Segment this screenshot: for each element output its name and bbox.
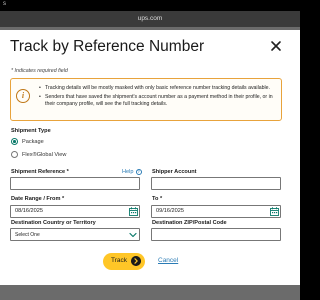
- date-from-label: Date Range / From *: [11, 196, 65, 202]
- status-bar: s: [0, 0, 300, 17]
- help-link[interactable]: Help ?: [122, 169, 142, 175]
- destination-country-value: Select One: [15, 232, 40, 238]
- date-from-input[interactable]: 08/16/2025: [10, 205, 140, 218]
- status-time: s: [3, 1, 6, 7]
- destination-country-select[interactable]: Select One: [10, 228, 140, 241]
- destination-zip-label: Destination ZIP/Postal Code: [152, 220, 227, 226]
- chevron-right-icon: [131, 256, 141, 266]
- close-icon: [271, 41, 281, 51]
- shipper-account-label: Shipper Account: [152, 169, 197, 175]
- shipment-reference-input[interactable]: [10, 177, 140, 190]
- help-text: Help: [122, 169, 134, 175]
- date-to-value: 09/16/2025: [156, 208, 184, 214]
- shipment-reference-label: Shipment Reference *: [11, 169, 69, 175]
- browser-address-bar[interactable]: ups.com: [0, 11, 300, 27]
- track-by-reference-dialog: Track by Reference Number * Indicates re…: [0, 30, 300, 285]
- date-from-value: 08/16/2025: [15, 208, 43, 214]
- calendar-icon[interactable]: [129, 207, 138, 216]
- date-to-input[interactable]: 09/16/2025: [151, 205, 281, 218]
- close-button[interactable]: [268, 38, 284, 54]
- dialog-title: Track by Reference Number: [10, 38, 205, 55]
- radio-label-flex-global-view: Flex®Global View: [22, 151, 67, 158]
- question-icon: ?: [135, 169, 142, 175]
- track-button-label: Track: [111, 257, 128, 264]
- url-text: ups.com: [137, 15, 163, 22]
- radio-package[interactable]: Package: [11, 138, 44, 145]
- status-dots-indicator: [132, 4, 158, 17]
- info-icon: i: [16, 89, 30, 103]
- required-note: * Indicates required field: [11, 68, 68, 74]
- info-list: Tracking details will be mostly masked w…: [39, 85, 277, 109]
- info-bullet: Tracking details will be mostly masked w…: [39, 85, 277, 92]
- radio-button[interactable]: [11, 151, 18, 158]
- destination-zip-input[interactable]: [151, 228, 281, 241]
- radio-flex-global-view[interactable]: Flex®Global View: [11, 151, 66, 158]
- track-button[interactable]: Track: [103, 253, 145, 270]
- shipper-account-input[interactable]: [151, 177, 281, 190]
- destination-country-label: Destination Country or Territory: [11, 220, 96, 226]
- cancel-link[interactable]: Cancel: [158, 257, 178, 264]
- date-to-label: To *: [152, 196, 163, 202]
- shipment-type-label: Shipment Type: [11, 128, 51, 134]
- radio-label-package: Package: [22, 138, 44, 145]
- radio-button-selected[interactable]: [11, 138, 18, 145]
- calendar-icon[interactable]: [270, 207, 279, 216]
- info-bullet: Senders that have saved the shipment's a…: [39, 94, 277, 108]
- chevron-down-icon: [129, 232, 137, 238]
- info-notice: i Tracking details will be mostly masked…: [10, 78, 282, 121]
